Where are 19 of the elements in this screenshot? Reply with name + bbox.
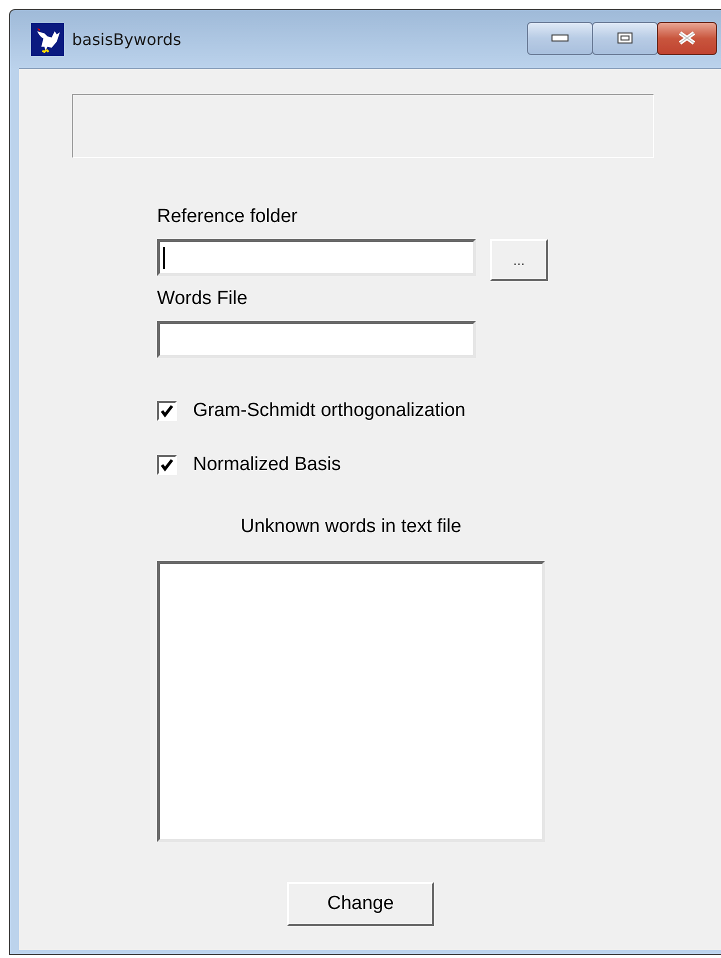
text-field[interactable] [157, 321, 476, 358]
rooster-icon [31, 22, 64, 56]
close-icon [677, 31, 697, 45]
checkbox[interactable] [157, 401, 177, 421]
maximize-button[interactable] [592, 22, 658, 54]
minimize-button[interactable] [527, 22, 593, 54]
browse-button[interactable]: ... [490, 239, 548, 281]
field-label: Words File [157, 288, 248, 310]
checkbox[interactable] [157, 455, 177, 475]
field-label: Reference folder [157, 206, 298, 228]
text-field[interactable] [157, 239, 476, 276]
minimize-icon [551, 34, 569, 42]
maximize-icon [617, 32, 633, 44]
window-title: basisBywords [72, 30, 182, 48]
checkbox-label: Normalized Basis [193, 454, 341, 476]
change-button[interactable]: Change [287, 882, 434, 926]
checkbox-label: Gram-Schmidt orthogonalization [193, 400, 466, 422]
list-label: Unknown words in text file [240, 516, 462, 538]
close-button[interactable] [657, 22, 717, 54]
